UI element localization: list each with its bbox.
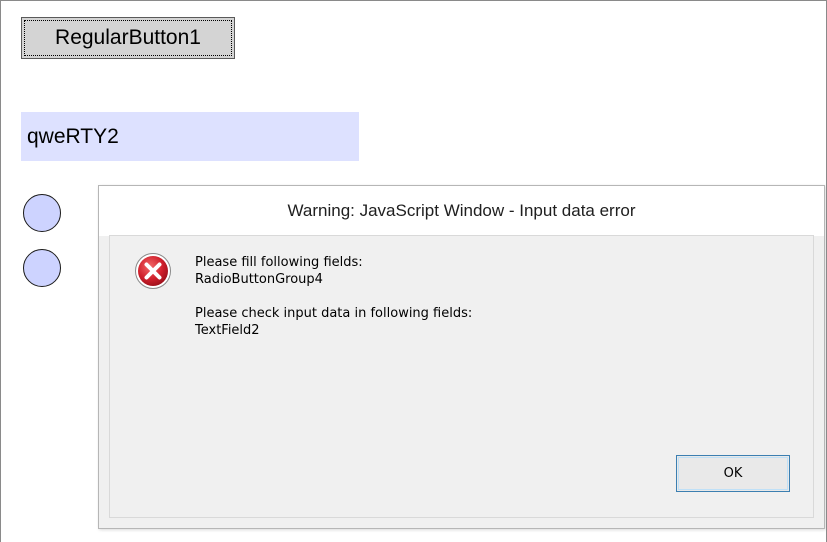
page: RegularButton1 qweRTY2 Warning: JavaScri… (0, 0, 827, 542)
error-icon (135, 253, 171, 289)
ok-button[interactable]: OK (676, 455, 790, 492)
radio-button-2[interactable] (23, 249, 61, 287)
dialog-message: Please fill following fields: RadioButto… (195, 254, 472, 339)
fill-field-name: RadioButtonGroup4 (195, 272, 323, 287)
radio-button-1[interactable] (23, 194, 61, 232)
check-field-name: TextField2 (195, 323, 260, 338)
text-field-2[interactable]: qweRTY2 (21, 112, 359, 161)
regular-button-1[interactable]: RegularButton1 (21, 17, 235, 59)
regular-button-label: RegularButton1 (24, 20, 232, 56)
ok-button-label: OK (723, 466, 743, 481)
check-heading: Please check input data in following fie… (195, 306, 473, 321)
fill-heading: Please fill following fields: (195, 255, 363, 270)
warning-dialog: Warning: JavaScript Window - Input data … (98, 185, 825, 529)
dialog-title: Warning: JavaScript Window - Input data … (99, 186, 824, 236)
